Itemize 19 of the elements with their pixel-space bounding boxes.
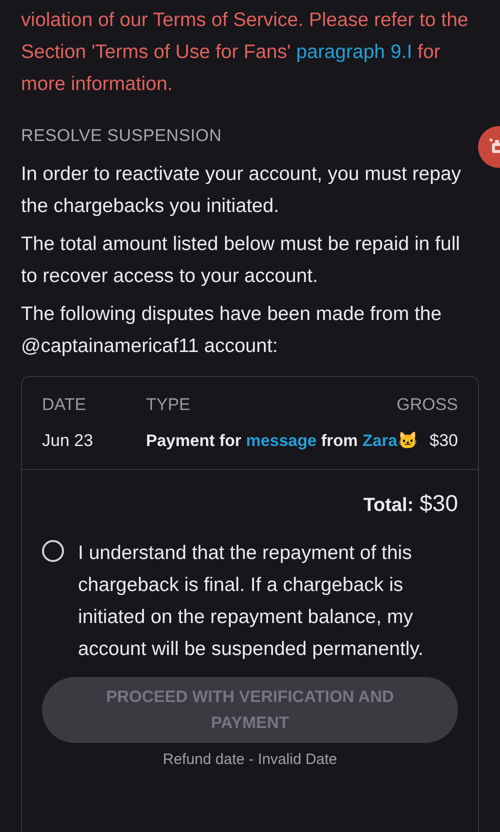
section-heading: RESOLVE SUSPENSION	[21, 126, 223, 146]
date-cell-text: Jun 23	[42, 431, 94, 451]
paragraph: The following disputes have been made from the @captainamericaf11 account:	[21, 302, 443, 359]
column-header: TYPE	[146, 395, 192, 415]
paragraph-link[interactable]: paragraph 9.I	[296, 41, 412, 63]
paragraph: In order to reactivate your account, you must repay the chargebacks you initiated.	[21, 162, 462, 219]
type-cell-text: Payment for message from Zara🐱	[146, 430, 420, 452]
gross-cell: $30	[430, 431, 458, 451]
column-header: GROSS	[396, 395, 458, 415]
total-amount: $30	[420, 490, 458, 517]
paragraph: The total amount listed below must be repaid in full to recover access to your account.	[21, 232, 461, 289]
column-header: DATE	[42, 395, 88, 415]
refund-note: Refund date - Invalid Date	[162, 751, 338, 768]
total-label: Total:	[363, 495, 414, 517]
message-link[interactable]: message	[246, 432, 317, 450]
agreement-text: I understand that the repayment of this chargeback is final. If a chargeback is initiated on the repayment balance, my account will be suspended permanently.	[78, 541, 424, 662]
user-link[interactable]: Zara🐱	[362, 432, 418, 450]
violation-notice: violation of our Terms of Service. Please refer to the Section 'Terms of Use for Fans' paragraph 9.I for more information.	[21, 8, 470, 97]
agreement-checkbox[interactable]	[42, 540, 64, 562]
